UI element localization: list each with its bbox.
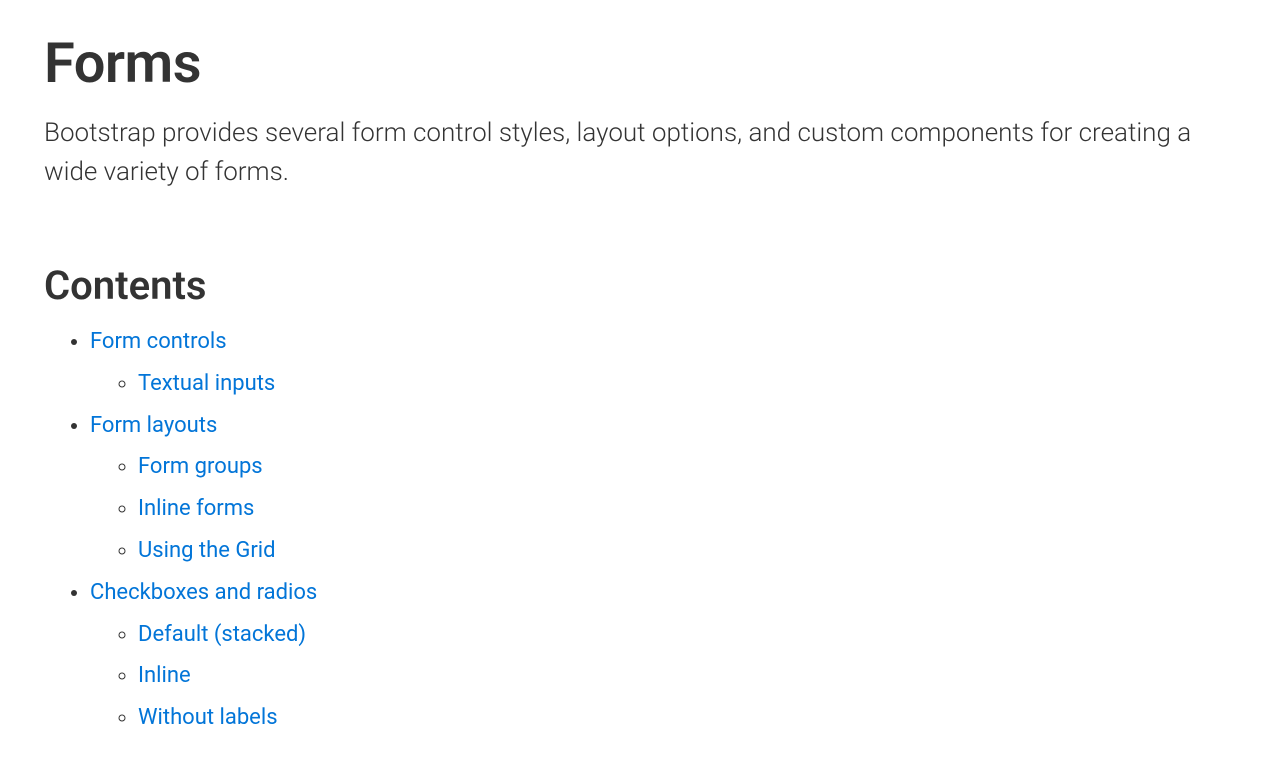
toc-subitem: Using the Grid [138,530,1220,572]
toc-link-using-the-grid[interactable]: Using the Grid [138,538,276,563]
toc-subitem: Form groups [138,446,1220,488]
toc-link-inline[interactable]: Inline [138,663,191,688]
toc-item: Form layouts Form groups Inline forms Us… [90,405,1220,572]
toc-subitem: Default (stacked) [138,614,1220,656]
toc-item: Form controls Textual inputs [90,321,1220,405]
toc-link-inline-forms[interactable]: Inline forms [138,496,254,521]
table-of-contents: Form controls Textual inputs Form layout… [44,321,1220,739]
toc-link-default-stacked[interactable]: Default (stacked) [138,622,306,647]
toc-link-checkboxes-and-radios[interactable]: Checkboxes and radios [90,580,317,605]
toc-link-form-layouts[interactable]: Form layouts [90,413,217,438]
page-title: Forms [44,30,1220,96]
toc-link-form-controls[interactable]: Form controls [90,329,227,354]
toc-subitem: Textual inputs [138,363,1220,405]
contents-heading: Contents [44,262,1220,309]
toc-subitem: Inline [138,655,1220,697]
page-lead: Bootstrap provides several form control … [44,114,1204,192]
toc-link-form-groups[interactable]: Form groups [138,454,263,479]
toc-subitem: Inline forms [138,488,1220,530]
toc-item: Checkboxes and radios Default (stacked) … [90,572,1220,739]
toc-link-textual-inputs[interactable]: Textual inputs [138,371,275,396]
toc-link-without-labels[interactable]: Without labels [138,705,278,730]
toc-subitem: Without labels [138,697,1220,739]
